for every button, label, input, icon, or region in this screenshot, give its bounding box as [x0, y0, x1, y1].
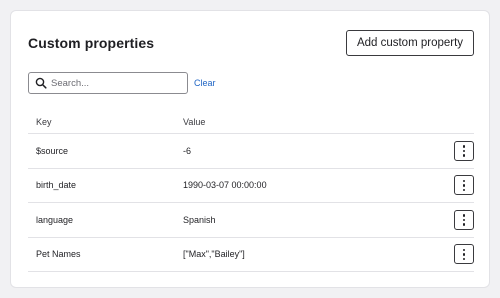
property-key: Pet Names [36, 249, 81, 260]
more-vertical-icon [462, 179, 466, 182]
add-custom-property-button[interactable]: Add custom property [346, 30, 474, 56]
search-icon [31, 73, 51, 93]
row-menu-button[interactable] [454, 175, 474, 196]
property-value: -6 [183, 145, 192, 156]
more-vertical-icon [462, 145, 466, 148]
property-value: Spanish [183, 214, 216, 225]
column-header-key: Key [36, 117, 52, 127]
search-input[interactable] [51, 77, 181, 89]
custom-properties-card: Custom properties Add custom property Cl… [10, 10, 490, 288]
column-header-value: Value [183, 117, 206, 127]
property-key: language [36, 214, 74, 225]
row-menu-button[interactable] [454, 209, 474, 230]
table-row: birth_date 1990-03-07 00:00:00 [28, 169, 474, 203]
table-row: language Spanish [28, 203, 474, 238]
table-row: $source -6 [28, 134, 474, 169]
property-value: ["Max","Bailey"] [183, 249, 245, 260]
row-menu-button[interactable] [454, 244, 474, 265]
table-row: Pet Names ["Max","Bailey"] [28, 238, 474, 272]
properties-table: Key Value $source -6 birth_date 1990-03-… [28, 111, 474, 272]
row-menu-button[interactable] [454, 140, 474, 161]
table-header: Key Value [28, 111, 474, 134]
property-key: $source [36, 145, 69, 156]
property-value: 1990-03-07 00:00:00 [183, 180, 267, 191]
more-vertical-icon [462, 248, 466, 251]
search-box[interactable] [28, 72, 188, 94]
more-vertical-icon [462, 214, 466, 217]
clear-link[interactable]: Clear [194, 78, 216, 88]
property-key: birth_date [36, 180, 77, 191]
page-title: Custom properties [28, 35, 155, 51]
